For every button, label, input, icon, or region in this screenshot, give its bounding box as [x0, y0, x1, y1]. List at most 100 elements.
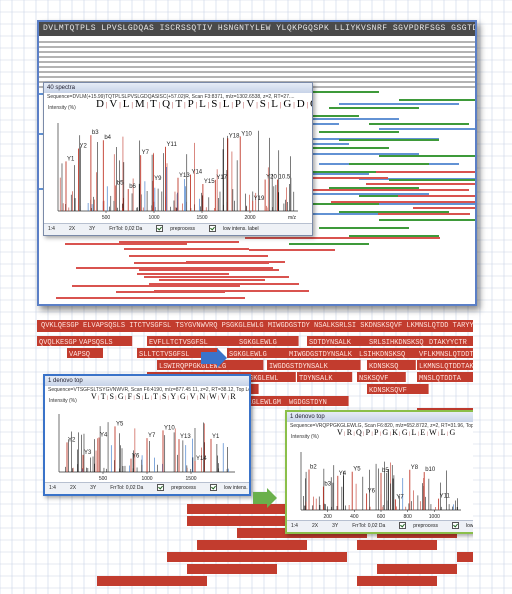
toolbar-item-label: preprocess	[170, 226, 196, 232]
connector-arrow-green	[253, 488, 277, 508]
intensity-axis-label: Intensity (%)	[48, 105, 76, 111]
denovo-spectrum-window-right[interactable]: 1 denovo top Sequence=VRQPPGKGLEWLG, Sca…	[285, 410, 473, 534]
peptide-residue: D	[296, 98, 305, 110]
x-tick-label: 1500	[196, 215, 207, 221]
spectrum-toolbar: 1:4 2X 3Y FrrTol: 0,02 Da preprocess low inte…	[44, 223, 312, 235]
toolbar-item-label: 3Y	[332, 523, 339, 529]
peptide-row	[377, 564, 457, 574]
ion-label: Y18	[229, 133, 240, 139]
ion-label: Y10	[241, 131, 252, 137]
ion-label: b4	[104, 135, 111, 141]
peptide-residue: D	[96, 98, 104, 110]
toolbar-item-label: 2X	[69, 485, 77, 491]
checkbox-icon[interactable]	[157, 484, 165, 492]
protein-sequence-header: DVLMTQTPLS LPVSLGDQAS ISCRSSQTIV HSNGNTY…	[39, 22, 475, 36]
toolbar-item[interactable]: preprocess	[156, 225, 202, 233]
peptide-residue: L	[271, 98, 278, 110]
toolbar-item[interactable]: FrrTol: 0,02 Da	[352, 523, 392, 529]
ion-label: Y11	[440, 494, 451, 500]
x-unit-label: m/z	[288, 215, 297, 221]
ion-label: 10.5	[279, 175, 291, 181]
toolbar-item[interactable]: 2X	[69, 226, 82, 232]
checkbox-icon[interactable]	[156, 225, 164, 233]
toolbar-item[interactable]: FrrTol: 0,02 Da	[109, 226, 149, 232]
peptide-row-text: MNSLQTDDTA	[419, 375, 462, 383]
toolbar-item[interactable]: FrrTol: 0,02 Da	[110, 485, 150, 491]
ion-label: Y19	[254, 196, 265, 202]
toolbar-item-label: preprocess	[413, 523, 439, 529]
ion-label: Y3	[84, 450, 92, 456]
toolbar-item[interactable]: preprocess	[399, 522, 445, 530]
peptide-residue: Q	[162, 98, 171, 110]
peptide-residue: G	[449, 428, 456, 437]
toolbar-item[interactable]: preprocess	[157, 484, 203, 492]
spectrum-window-title: 40 spectra	[44, 83, 312, 93]
peptide-row-text: WGDGSTDYN	[289, 399, 327, 407]
peptide-row-text: MIWGDGSTDYNSALK	[289, 351, 353, 359]
toolbar-item[interactable]: 1:4	[48, 226, 62, 232]
ion-label: b2	[310, 464, 317, 470]
ion-label: Y14	[196, 456, 207, 462]
denovo-spectrum-window-left[interactable]: 1 denovo top Sequence=VTSGFSLTSYGVNWVR, …	[43, 374, 251, 496]
peptide-row-text: QVQLKESGP	[39, 339, 77, 347]
peptide-residue: W	[429, 428, 437, 437]
toolbar-item[interactable]: 1:4	[49, 485, 63, 491]
ion-label: Y4	[100, 433, 108, 439]
peptide-row-text: TDYNSALK	[299, 375, 333, 383]
antibody-sequence-text: QVKLQESGP ELVAPSQSLS ITCTVSGFSL TSYGVNWV…	[41, 322, 473, 330]
peptide-row	[197, 540, 307, 550]
toolbar-item-label: FrrTol: 0,02 Da	[109, 226, 143, 232]
peptide-row-text: NSKSQVF	[359, 375, 388, 383]
toolbar-item-label: 1:4	[49, 485, 56, 491]
ion-label: Y5	[353, 467, 361, 473]
toolbar-item-label: low intens. label	[223, 226, 259, 232]
ion-label: b5	[382, 468, 389, 474]
peptide-row	[187, 564, 277, 574]
peptide-row-text: KDNSKSQVF	[369, 387, 407, 395]
spectrum-plot: 500 1000 1500Y2Y3Y4Y5Y6Y7Y10Y13Y14Y1	[58, 414, 235, 482]
spectrum-viewer-window[interactable]: 40 spectra Sequence=DVLM(+15.99)TQTPLSLP…	[43, 82, 313, 236]
ion-label: Y9	[154, 176, 162, 182]
peptide-residue: T	[149, 98, 157, 110]
toolbar-item[interactable]: 3Y	[89, 226, 102, 232]
peptide-row-text: EVFLLTCTVSGFSL	[149, 339, 208, 347]
peptide-row-text: LKMNSLQTDDTAKY	[419, 363, 473, 371]
peptide-row-text: DTAKYYCTR	[429, 339, 468, 347]
toolbar-item[interactable]: 2X	[70, 485, 83, 491]
checkbox-icon[interactable]	[452, 522, 460, 530]
toolbar-item[interactable]: 1:4	[291, 523, 305, 529]
ion-label: b3	[324, 482, 331, 488]
toolbar-item-label: FrrTol: 0,02 Da	[352, 523, 386, 529]
ion-label: Y1	[212, 434, 220, 440]
peptide-row	[457, 552, 473, 562]
checkbox-icon[interactable]	[210, 484, 218, 492]
peptide-residue: Q	[310, 98, 312, 110]
ion-label: Y4	[339, 471, 347, 477]
intensity-axis-label: Intensity (%)	[291, 434, 319, 440]
toolbar-item[interactable]: low intens. label	[452, 522, 473, 530]
peptide-row-text: VFLKMNSLQTDDTAKYYCTR	[419, 351, 473, 359]
toolbar-item[interactable]: 2X	[312, 523, 325, 529]
x-tick-label: 2000	[244, 215, 255, 221]
ion-label: Y7	[396, 494, 404, 500]
checkbox-icon[interactable]	[209, 225, 217, 233]
peptide-row	[357, 540, 437, 550]
peptide-row	[357, 576, 437, 586]
denovo-coverage-panel: QVQLKESGP VAPSQSLS EVFLLTCTVSGFSL SGKGLEWLG…	[37, 320, 473, 594]
toolbar-item-label: 1:4	[48, 226, 55, 232]
toolbar-item[interactable]: 3Y	[332, 523, 345, 529]
ion-label: Y11	[167, 142, 178, 148]
ion-label: Y7	[142, 150, 150, 156]
toolbar-item[interactable]: 3Y	[90, 485, 103, 491]
checkbox-icon[interactable]	[399, 522, 407, 530]
ion-label: Y2	[68, 437, 76, 443]
peptide-row-text: LSIHKDNSKSQ	[359, 351, 405, 359]
ion-label: Y8	[411, 465, 419, 471]
peptide-row	[97, 576, 207, 586]
peptide-row-text: SLLTCTVSGFSL	[139, 351, 189, 359]
toolbar-item-label: 2X	[68, 226, 76, 232]
toolbar-item[interactable]: low intens. label	[209, 225, 266, 233]
protein-sequence-text: DVLMTQTPLS LPVSLGDQAS ISCRSSQTIV HSNGNTY…	[43, 24, 475, 33]
antibody-sequence-header: QVKLQESGP ELVAPSQSLS ITCTVSGFSL TSYGVNWV…	[37, 320, 473, 332]
toolbar-item[interactable]: low intens. label	[210, 484, 249, 492]
